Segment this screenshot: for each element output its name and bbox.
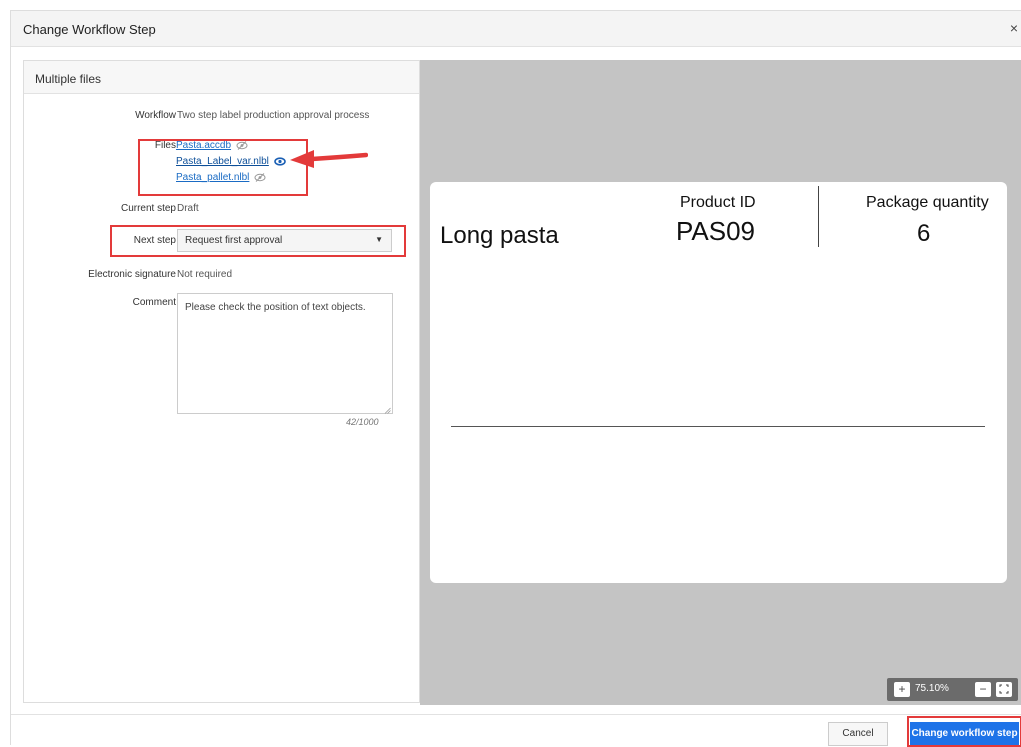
primary-button-highlight-box bbox=[907, 716, 1021, 747]
zoom-toolbar: + 75.10% − bbox=[887, 678, 1018, 701]
current-step-label: Current step bbox=[120, 203, 176, 214]
zoom-level: 75.10% bbox=[915, 683, 949, 694]
next-step-highlight-box bbox=[110, 225, 406, 257]
workflow-label: Workflow bbox=[135, 110, 176, 121]
dialog-footer: Cancel Change workflow step bbox=[11, 714, 1021, 747]
files-highlight-box bbox=[138, 139, 308, 196]
current-step-value: Draft bbox=[177, 203, 199, 214]
dialog-title: Change Workflow Step bbox=[23, 22, 156, 37]
label-canvas: Long pasta Product ID PAS09 Package quan… bbox=[430, 182, 1007, 583]
change-workflow-dialog: Change Workflow Step × Multiple files Wo… bbox=[10, 10, 1021, 747]
product-name: Long pasta bbox=[440, 222, 559, 249]
fit-to-screen-icon[interactable] bbox=[996, 682, 1012, 697]
panel-header: Multiple files bbox=[24, 61, 419, 94]
package-qty-header: Package quantity bbox=[866, 194, 989, 211]
column-divider bbox=[818, 186, 819, 247]
pointer-arrow-icon bbox=[290, 150, 368, 168]
workflow-value: Two step label production approval proce… bbox=[177, 110, 370, 121]
label-separator-line bbox=[451, 426, 985, 427]
resize-grip-icon[interactable] bbox=[384, 405, 391, 417]
dialog-header: Change Workflow Step × bbox=[11, 11, 1021, 47]
label-preview: Long pasta Product ID PAS09 Package quan… bbox=[420, 60, 1021, 705]
signature-label: Electronic signature bbox=[88, 269, 176, 280]
details-panel: Multiple files Workflow Two step label p… bbox=[23, 60, 420, 703]
package-qty-value: 6 bbox=[917, 220, 931, 247]
cancel-button[interactable]: Cancel bbox=[828, 722, 888, 746]
signature-value: Not required bbox=[177, 269, 233, 280]
product-id-header: Product ID bbox=[680, 194, 756, 211]
zoom-in-icon[interactable]: + bbox=[894, 682, 910, 697]
comment-label: Comment bbox=[132, 297, 176, 308]
zoom-out-icon[interactable]: − bbox=[975, 682, 991, 697]
product-id-value: PAS09 bbox=[676, 216, 756, 246]
comment-char-count: 42/1000 bbox=[346, 417, 379, 427]
close-icon[interactable]: × bbox=[1010, 20, 1018, 36]
comment-input[interactable]: Please check the position of text object… bbox=[177, 293, 393, 414]
